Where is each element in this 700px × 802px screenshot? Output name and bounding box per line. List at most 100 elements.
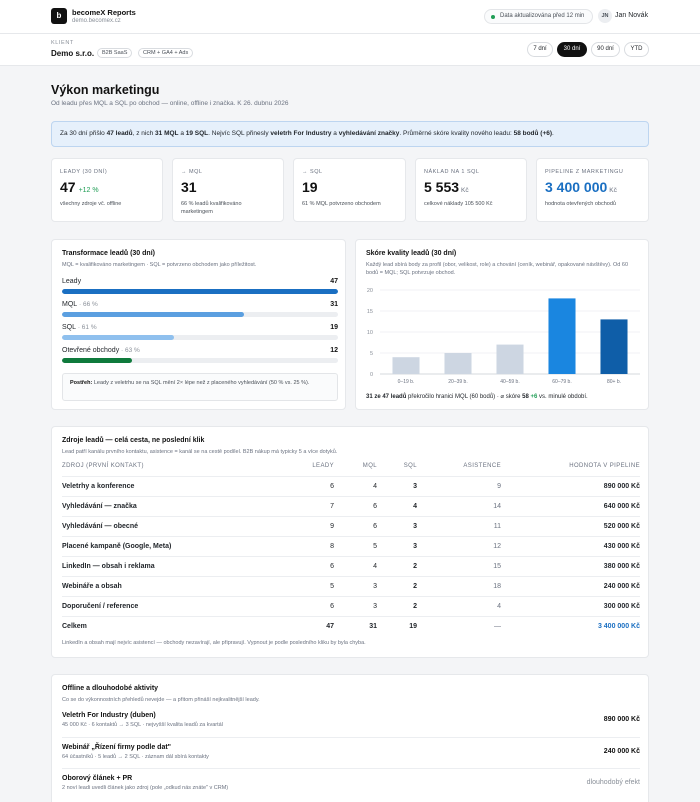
bar-2[interactable]	[444, 353, 472, 374]
x-tick-label: 0–19 b.	[398, 379, 415, 385]
funnel-value: 47	[330, 278, 338, 285]
cell-pipeline: 890 000 Kč	[603, 483, 640, 490]
kpi-delta: +12 %	[78, 187, 99, 194]
kpi-note: 61 % MQL potvrzeno obchodem	[302, 201, 381, 207]
y-tick-label: 15	[367, 309, 373, 315]
activity-value: dlouhodobý efekt	[586, 779, 640, 786]
offline-title: Offline a dlouhodobé aktivity	[62, 685, 159, 692]
funnel-bar-track	[62, 312, 338, 317]
range-ytd-button[interactable]: YTD	[624, 42, 649, 57]
y-tick-label: 10	[367, 330, 373, 336]
range-90d-button[interactable]: 90 dní	[591, 42, 620, 57]
client-name[interactable]: Demo s.r.o.	[51, 49, 94, 58]
range-30d-button[interactable]: 30 dní	[557, 42, 587, 57]
table-row[interactable]: Placené kampaně (Google, Meta) 8 5 3 12 430 0…	[62, 536, 640, 556]
app-logo[interactable]: b	[51, 8, 67, 24]
kpi-card-pipeline: PIPELINE Z MARKETINGU 3 400 000 Kč hodnot…	[536, 158, 649, 222]
data-status-badge: Data aktualizována před 12 min	[484, 9, 594, 24]
top-bar: b becomeX Reports demo.becomex.cz Data a…	[0, 0, 700, 34]
app-name: becomeX Reports	[72, 8, 136, 17]
x-tick-label: 40–59 b.	[500, 379, 519, 385]
kpi-value: 3 400 000 Kč	[545, 179, 617, 195]
kpi-card-leads: LEADY (30 DNÍ) 47 +12 % všechny zdroje vč…	[51, 158, 163, 222]
bar-4[interactable]	[548, 298, 576, 374]
cell-pipeline: 3 400 000 Kč	[597, 623, 640, 630]
cell-pipeline: 240 000 Kč	[603, 583, 640, 590]
bar-3[interactable]	[496, 344, 524, 374]
cell-pipeline: 300 000 Kč	[603, 603, 640, 610]
kpi-card-mql: → MQL 31 66 % leadů kvalifikováno market…	[172, 158, 284, 222]
user-name[interactable]: Jan Novák	[615, 12, 648, 19]
table-total-row: Celkem 47 31 19—3 400 000 Kč	[62, 616, 640, 636]
funnel-value: 31	[330, 301, 338, 308]
funnel-bar-track	[62, 358, 338, 363]
sources-card: Zdroje leadů — celá cesta, ne poslední k…	[51, 426, 649, 658]
user-avatar[interactable]: JN	[598, 9, 612, 23]
kpi-note: celkové náklady 105 500 Kč	[424, 201, 493, 207]
offline-activity-item[interactable]: Veletrh For Industry (duben) 45 000 Kč · …	[62, 706, 640, 736]
bar-1[interactable]	[392, 357, 420, 374]
funnel-label: SQL · 61 %	[62, 324, 97, 331]
chart-footnote: 31 ze 47 leadů překročilo hranici MQL (6…	[366, 394, 588, 400]
funnel-card: Transformace leadů (30 dní) MQL = kvalif…	[51, 239, 346, 410]
activity-name: Veletrh For Industry (duben)	[62, 712, 156, 719]
client-tag-stack: CRM + GA4 + Ads	[138, 48, 194, 58]
quality-score-chart: 0 5 10 15 20 0–19 b. 20–39 b. 40–59 b. 60–79 b. 8…	[367, 288, 640, 385]
status-dot-icon	[491, 14, 495, 19]
app-domain: demo.becomex.cz	[72, 18, 121, 24]
funnel-bar-track	[62, 335, 338, 340]
table-row[interactable]: Veletrhy a konference 6 4 3 9 890 000 Kč	[62, 476, 640, 496]
page-title: Výkon marketingu	[51, 83, 160, 97]
client-label: KLIENT	[51, 40, 74, 46]
table-row[interactable]: LinkedIn — obsah i reklama 6 4 2 15 380 000 K…	[62, 556, 640, 576]
funnel-bar-fill	[62, 335, 174, 340]
funnel-bar-track	[62, 289, 338, 294]
kpi-value: 47 +12 %	[60, 179, 99, 195]
table-row[interactable]: Vyhledávání — obecné 9 6 3 11 520 000 Kč	[62, 516, 640, 536]
table-row[interactable]: Webináře a obsah 5 3 2 18 240 000 Kč	[62, 576, 640, 596]
chart-title: Skóre kvality leadů (30 dní)	[366, 250, 457, 257]
kpi-label: → SQL	[302, 169, 323, 175]
activity-name: Oborový článek + PR	[62, 775, 133, 782]
offline-activity-item[interactable]: Webinář „Řízení firmy podle dat" 64 účast…	[62, 737, 640, 767]
funnel-title: Transformace leadů (30 dní)	[62, 250, 155, 257]
sources-note: LinkedIn a obsah mají nejvíc asistencí —…	[62, 640, 366, 646]
funnel-label: MQL · 66 %	[62, 301, 98, 308]
kpi-label: → MQL	[181, 169, 203, 175]
kpi-card-cost-per-sql: NÁKLAD NA 1 SQL 5 553 Kč celkové náklady …	[415, 158, 527, 222]
client-bar: KLIENT Demo s.r.o. B2B SaaS CRM + GA4 + …	[0, 34, 700, 66]
table-row[interactable]: Vyhledávání — značka 7 6 4 14 640 000 Kč	[62, 496, 640, 516]
col-header-pipeline[interactable]: HODNOTA V PIPELINE	[52, 463, 640, 477]
range-7d-button[interactable]: 7 dní	[527, 42, 553, 57]
cell-pipeline: 640 000 Kč	[603, 503, 640, 510]
cell-pipeline: 430 000 Kč	[603, 543, 640, 550]
funnel-label: Otevřené obchody · 63 %	[62, 347, 140, 354]
offline-activity-item[interactable]: Oborový článek + PR 2 noví leadi uvedli č…	[62, 768, 640, 798]
bar-5[interactable]	[600, 319, 628, 374]
x-tick-label: 80+ b.	[607, 379, 621, 385]
x-tick-label: 20–39 b.	[448, 379, 467, 385]
activity-detail: 64 účastníků · 5 leadů → 2 SQL · záznam …	[62, 754, 209, 760]
client-tag-segment: B2B SaaS	[97, 48, 133, 58]
summary-callout: Za 30 dní přišlo 47 leadů, z nich 31 MQL…	[51, 121, 649, 147]
table-row[interactable]: Doporučení / reference 6 3 2 4 300 000 Kč	[62, 596, 640, 616]
offline-card: Offline a dlouhodobé aktivity Co se do v…	[51, 674, 649, 802]
kpi-value: 31	[181, 179, 197, 195]
data-status-text: Data aktualizována před 12 min	[500, 13, 585, 19]
funnel-bar-fill	[62, 289, 338, 294]
funnel-value: 12	[330, 347, 338, 354]
kpi-unit: Kč	[461, 187, 469, 194]
page-subtitle: Od leadu přes MQL a SQL po obchod — onli…	[51, 100, 289, 107]
kpi-value: 19	[302, 179, 318, 195]
funnel-subtitle: MQL = kvalifikováno marketingem · SQL = …	[62, 262, 257, 268]
cell-pipeline: 520 000 Kč	[603, 523, 640, 530]
y-tick-label: 5	[370, 351, 373, 357]
sources-subtitle: Lead patří kanálu prvního kontaktu, asis…	[62, 449, 338, 455]
funnel-insight: Postřeh: Leady z veletrhu se na SQL mění…	[62, 373, 338, 401]
funnel-bar-fill	[62, 358, 133, 363]
offline-subtitle: Co se do výkonnostních přehledů nevejde …	[62, 697, 260, 703]
funnel-bar-fill	[62, 312, 245, 317]
kpi-unit: Kč	[609, 187, 617, 194]
y-tick-label: 20	[367, 288, 373, 294]
x-tick-label: 60–79 b.	[552, 379, 571, 385]
